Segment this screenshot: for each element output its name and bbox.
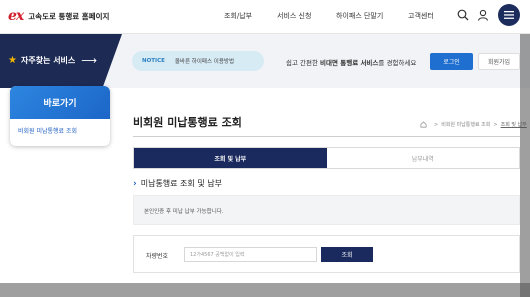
vehicle-number-label: 차량번호 (146, 253, 169, 260)
search-icon[interactable] (457, 9, 469, 21)
favorites-services-link[interactable]: ★ 자주찾는 서비스 ⟶ (8, 54, 97, 67)
title-divider (133, 136, 520, 137)
join-button[interactable]: 회원가입 (478, 53, 520, 70)
login-button[interactable]: 로그인 (430, 53, 473, 70)
hamburger-menu-icon (504, 11, 514, 19)
promo-suffix: 를 경험하세요 (378, 59, 417, 67)
notice-tag: NOTICE (142, 58, 165, 64)
breadcrumb-item[interactable]: 비회원 미납통행료 조회 (441, 121, 490, 128)
breadcrumb-separator: > (493, 121, 498, 128)
breadcrumb-separator: > (434, 121, 439, 128)
arrow-right-icon: ⟶ (81, 54, 98, 67)
info-text: 본인인증 후 미납 납부 가능합니다. (144, 209, 224, 215)
quick-menu-card: 바로가기 비회원 미납통행료 조회 (10, 86, 110, 146)
notice-text: 올바른 하이패스 이용방법 (174, 59, 235, 65)
promo-text: 쉽고 간편한 비대면 통행료 서비스를 경험하세요 (286, 57, 416, 67)
favorites-label: 자주찾는 서비스 (20, 56, 76, 65)
breadcrumb: > 비회원 미납통행료 조회 > 조회 및 납부 (420, 121, 527, 128)
inquiry-button[interactable]: 조회 (321, 247, 373, 262)
promo-prefix: 쉽고 간편한 (286, 59, 321, 67)
overlay-edge-bottom (0, 283, 530, 297)
user-icon[interactable] (477, 9, 489, 21)
page-title: 비회원 미납통행료 조회 (133, 116, 242, 129)
site-logo[interactable]: ex 고속도로 통행료 홈페이지 (8, 8, 109, 24)
tab-bar: 조회 및 납부 납부내역 (133, 147, 520, 169)
quick-menu-item-unpaid-toll[interactable]: 비회원 미납통행료 조회 (10, 119, 110, 142)
section-title: › 미납통행료 조회 및 납부 (133, 178, 222, 189)
overlay-edge-right (520, 34, 530, 297)
logo-mark: ex (8, 8, 24, 24)
chevron-right-icon: › (133, 178, 137, 189)
page: ex 고속도로 통행료 홈페이지 조회/납부 서비스 신청 하이패스 단말기 고… (0, 0, 530, 297)
home-icon[interactable] (420, 121, 427, 128)
star-icon: ★ (8, 55, 17, 66)
info-box: 본인인증 후 미납 납부 가능합니다. (133, 195, 520, 225)
tab-inquiry-payment[interactable]: 조회 및 납부 (134, 148, 327, 168)
search-form: 차량번호 조회 (133, 235, 520, 273)
logo-text: 고속도로 통행료 홈페이지 (28, 11, 110, 21)
quick-menu-title: 바로가기 (10, 86, 110, 119)
nav-item-hipass-device[interactable]: 하이패스 단말기 (336, 11, 383, 21)
nav-item-customer-center[interactable]: 고객센터 (408, 11, 434, 21)
tab-payment-history[interactable]: 납부내역 (326, 148, 519, 168)
vehicle-number-input[interactable] (184, 247, 317, 262)
notice-pill[interactable]: NOTICE 올바른 하이패스 이용방법 (132, 51, 264, 71)
menu-button[interactable] (498, 4, 520, 26)
promo-bold: 비대면 통행료 서비스 (320, 59, 379, 67)
section-title-text: 미납통행료 조회 및 납부 (140, 179, 222, 188)
header: ex 고속도로 통행료 홈페이지 조회/납부 서비스 신청 하이패스 단말기 고… (0, 0, 530, 34)
nav-item-inquiry-payment[interactable]: 조회/납부 (224, 11, 252, 21)
nav-item-service-apply[interactable]: 서비스 신청 (277, 11, 311, 21)
